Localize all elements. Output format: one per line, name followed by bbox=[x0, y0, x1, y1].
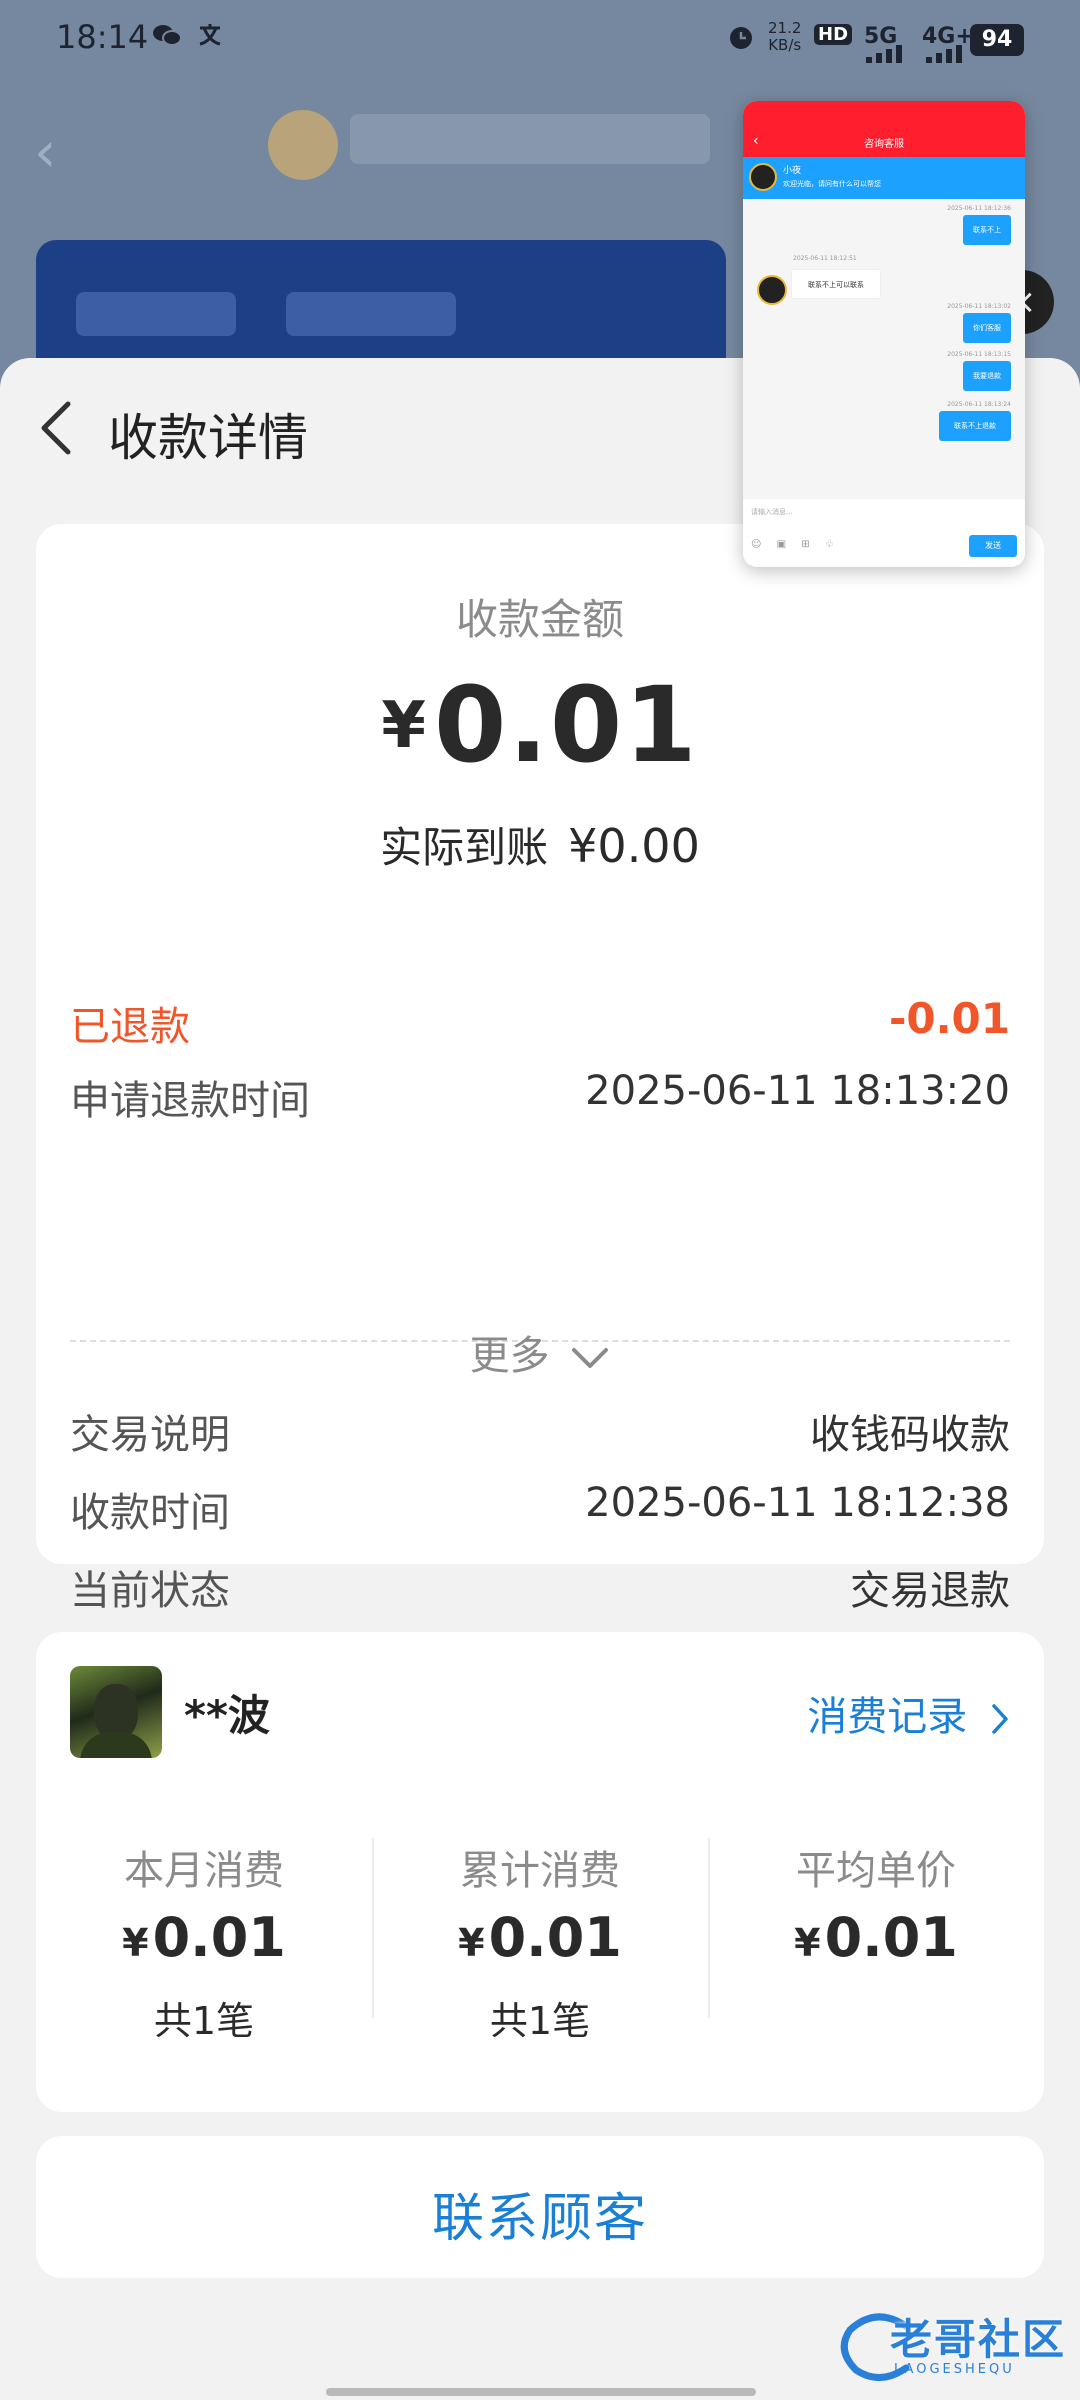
back-icon[interactable] bbox=[36, 400, 76, 456]
background-title bbox=[350, 114, 710, 164]
refund-value: -0.01 bbox=[888, 994, 1010, 1043]
avatar bbox=[757, 275, 787, 305]
payment-detail-sheet: 收款详情 收款金额 ¥0.01 实际到账 ¥0.00 已退款 -0.01 申请退款… bbox=[0, 358, 1080, 2400]
page-title: 收款详情 bbox=[108, 409, 308, 467]
chat-bubble-out: 我要退款 bbox=[963, 361, 1011, 391]
battery-indicator: 94 bbox=[970, 24, 1024, 56]
payment-summary-card: 收款金额 ¥0.01 实际到账 ¥0.00 已退款 -0.01 申请退款时间 20… bbox=[36, 524, 1044, 1614]
refund-row: 已退款 -0.01 bbox=[70, 994, 1010, 1050]
receive-time-row: 收款时间 2025-06-11 18:12:38 bbox=[70, 1480, 1010, 1536]
status-badge: 交易退款 bbox=[850, 1568, 1010, 1614]
customer-card: **波 消费记录 本月消费 ¥0.01 共1笔 累计消费 ¥0.01 共1笔 平… bbox=[36, 1632, 1044, 2112]
customer-name: **波 bbox=[184, 1691, 270, 1740]
refund-label: 已退款 bbox=[70, 1004, 190, 1050]
wechat-icon bbox=[152, 22, 182, 55]
stat-average: 平均单价 ¥0.01 bbox=[794, 1848, 958, 1969]
chat-bubble-out: 联系不上退款 bbox=[939, 411, 1011, 441]
actual-received: 实际到账 ¥0.00 bbox=[380, 819, 700, 873]
translate-icon bbox=[196, 22, 224, 55]
amount-label: 收款金额 bbox=[455, 595, 624, 644]
chat-messages: 2025-06-11 18:12:36 联系不上 2025-06-11 18:1… bbox=[743, 199, 1025, 499]
trade-desc-row: 交易说明 收钱码收款 bbox=[70, 1412, 1010, 1458]
avatar bbox=[749, 163, 777, 191]
hd-badge: HD bbox=[814, 24, 853, 45]
chat-bubble-out: 你们客服 bbox=[963, 313, 1011, 343]
chat-floating-window[interactable]: ‹ 咨询客服 小夜 欢迎光临，请问有什么可以帮您 2025-06-11 18:1… bbox=[743, 101, 1025, 567]
more-button[interactable]: 更多 bbox=[0, 1323, 1080, 1381]
send-button[interactable]: 发送 bbox=[969, 535, 1017, 557]
signal-bars-icon bbox=[866, 40, 910, 70]
watermark-logo: 老哥社区 LAOGESHEQU bbox=[830, 2300, 1070, 2390]
background-logo bbox=[268, 110, 338, 180]
stat-month: 本月消费 ¥0.01 共1笔 bbox=[122, 1848, 286, 2043]
background-back-icon: ‹ bbox=[34, 120, 57, 185]
background-pill bbox=[76, 292, 236, 336]
chat-input[interactable]: 请输入消息... bbox=[751, 507, 793, 517]
status-row: 当前状态 交易退款 bbox=[70, 1558, 1010, 1614]
amount-value: ¥0.01 bbox=[381, 664, 699, 786]
home-indicator[interactable] bbox=[326, 2388, 756, 2396]
chat-bubble-out: 联系不上 bbox=[963, 215, 1011, 245]
refund-apply-time-row: 申请退款时间 2025-06-11 18:13:20 bbox=[70, 1068, 1010, 1124]
avatar bbox=[70, 1666, 162, 1758]
alarm-icon bbox=[726, 22, 756, 59]
background-pill bbox=[286, 292, 456, 336]
stat-total: 累计消费 ¥0.01 共1笔 bbox=[458, 1848, 622, 2043]
consumption-record-link[interactable]: 消费记录 bbox=[807, 1684, 1010, 1742]
chevron-right-icon bbox=[992, 1704, 1008, 1734]
net-speed: 21.2 KB/s bbox=[768, 19, 802, 54]
chat-input-area[interactable]: 请输入消息... ☺ ▣ ⊞ ♧ 发送 bbox=[743, 499, 1025, 567]
chevron-down-icon bbox=[572, 1348, 609, 1368]
chat-header: ‹ 咨询客服 bbox=[743, 101, 1025, 157]
chat-bubble-in: 联系不上可以联系 bbox=[791, 269, 881, 299]
emoji-icon[interactable]: ☺ ▣ ⊞ ♧ bbox=[751, 539, 840, 550]
contact-customer-button[interactable]: 联系顾客 bbox=[36, 2136, 1044, 2278]
status-bar: 18:14 21.2 KB/s HD 5G 4G+ 94 bbox=[0, 0, 1080, 76]
signal-bars-icon bbox=[926, 40, 966, 70]
chat-banner: 小夜 欢迎光临，请问有什么可以帮您 bbox=[743, 157, 1025, 199]
status-time: 18:14 bbox=[56, 18, 149, 56]
